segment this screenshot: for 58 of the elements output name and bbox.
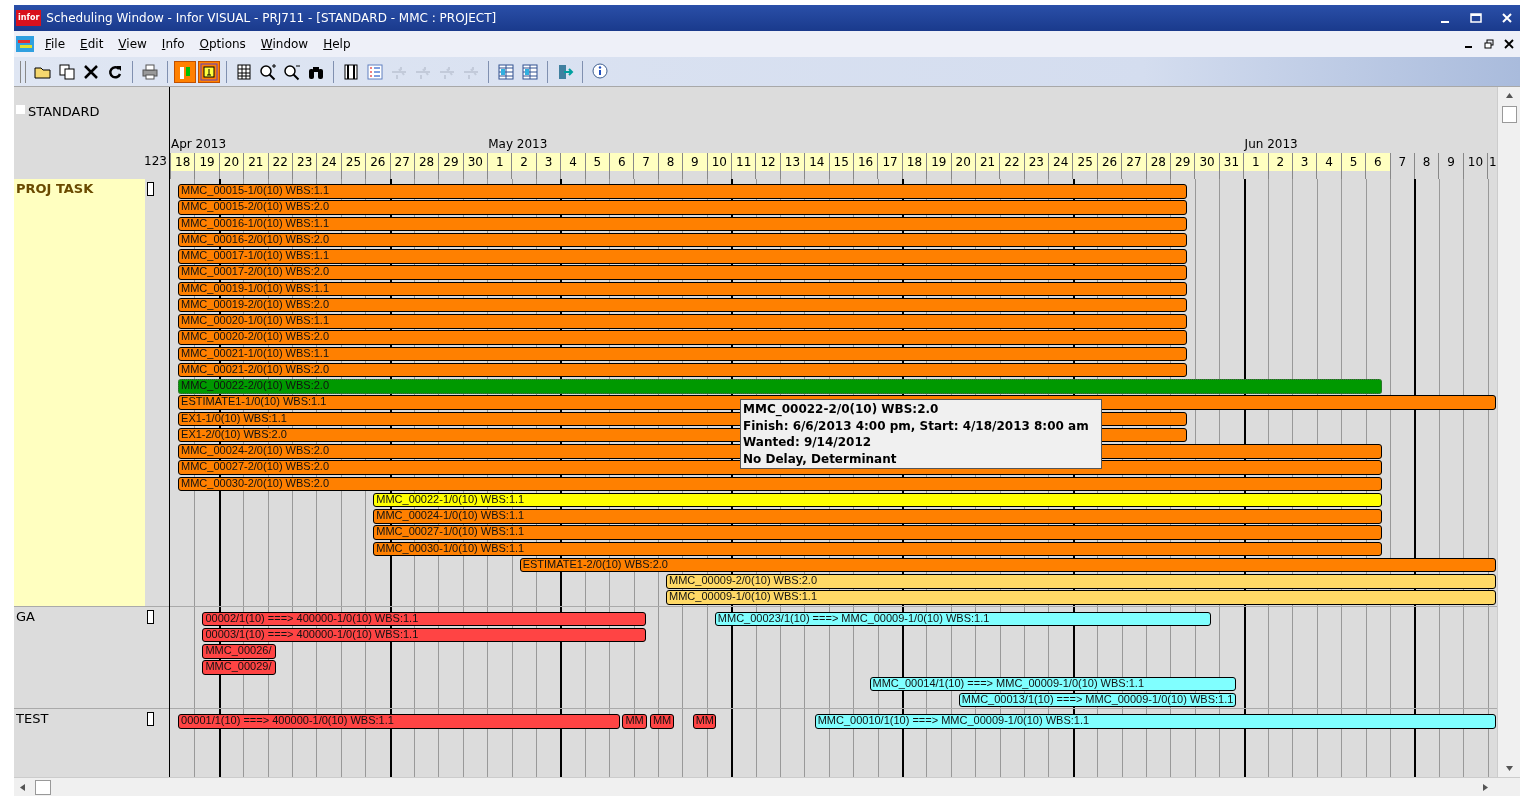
- day-label: 29: [438, 153, 463, 171]
- day-label: 10: [706, 153, 731, 171]
- window-title: Scheduling Window - Infor VISUAL - PRJ711 - [STANDARD - MMC : PROJECT]: [46, 11, 498, 25]
- day-label: 4: [560, 153, 585, 171]
- scale-label: 123: [144, 154, 167, 168]
- app-logo: infor: [16, 10, 42, 26]
- day-label: 18: [901, 153, 927, 171]
- day-label: 21: [974, 153, 1000, 171]
- day-label: 21: [243, 153, 268, 171]
- day-label: 27: [389, 153, 414, 171]
- day-label: 20: [218, 153, 244, 171]
- day-label: 12: [755, 153, 780, 171]
- day-label: 7: [633, 153, 658, 171]
- day-label: 3: [1291, 153, 1317, 171]
- day-label: 24: [1048, 153, 1073, 171]
- day-label: 23: [1023, 153, 1049, 171]
- day-label: 28: [1145, 153, 1170, 171]
- day-label: 30: [462, 153, 488, 171]
- day-label: 2: [511, 153, 536, 171]
- day-label: 25: [340, 153, 366, 171]
- day-label: 24: [316, 153, 341, 171]
- day-label: 3: [535, 153, 561, 171]
- day-label: 20: [950, 153, 975, 171]
- day-label: 11: [731, 153, 756, 171]
- day-label: 2: [1267, 153, 1292, 171]
- day-label: 8: [657, 153, 683, 171]
- day-label: 16: [852, 153, 878, 171]
- day-label: 26: [1096, 153, 1122, 171]
- view-name: STANDARD: [28, 104, 100, 119]
- day-label: 6: [609, 153, 634, 171]
- month-label: May 2013: [487, 137, 548, 151]
- day-label: 5: [584, 153, 610, 171]
- day-label: 19: [926, 153, 951, 171]
- day-label: 22: [999, 153, 1024, 171]
- day-label: 31: [1218, 153, 1244, 171]
- tooltip-line: No Delay, Determinant: [743, 450, 898, 467]
- month-label: Jun 2013: [1243, 137, 1298, 151]
- day-label: 28: [413, 153, 439, 171]
- month-label: Apr 2013: [170, 137, 227, 151]
- day-label: 15: [828, 153, 853, 171]
- day-label: 19: [194, 153, 219, 171]
- day-label: 13: [779, 153, 805, 171]
- day-label: 22: [267, 153, 292, 171]
- day-label: 29: [1170, 153, 1195, 171]
- day-label: 17: [877, 153, 902, 171]
- day-label: 6: [1365, 153, 1390, 171]
- day-label: 27: [1121, 153, 1146, 171]
- day-label: 1: [487, 153, 512, 171]
- day-label: 23: [291, 153, 317, 171]
- day-label: 25: [1072, 153, 1097, 171]
- day-label: 9: [682, 153, 707, 171]
- day-label: 14: [804, 153, 829, 171]
- day-label: 5: [1340, 153, 1366, 171]
- day-label: 18: [170, 153, 195, 171]
- day-label: 26: [365, 153, 390, 171]
- day-label: 4: [1316, 153, 1341, 171]
- day-label: 1: [1243, 153, 1268, 171]
- day-label: 30: [1194, 153, 1219, 171]
